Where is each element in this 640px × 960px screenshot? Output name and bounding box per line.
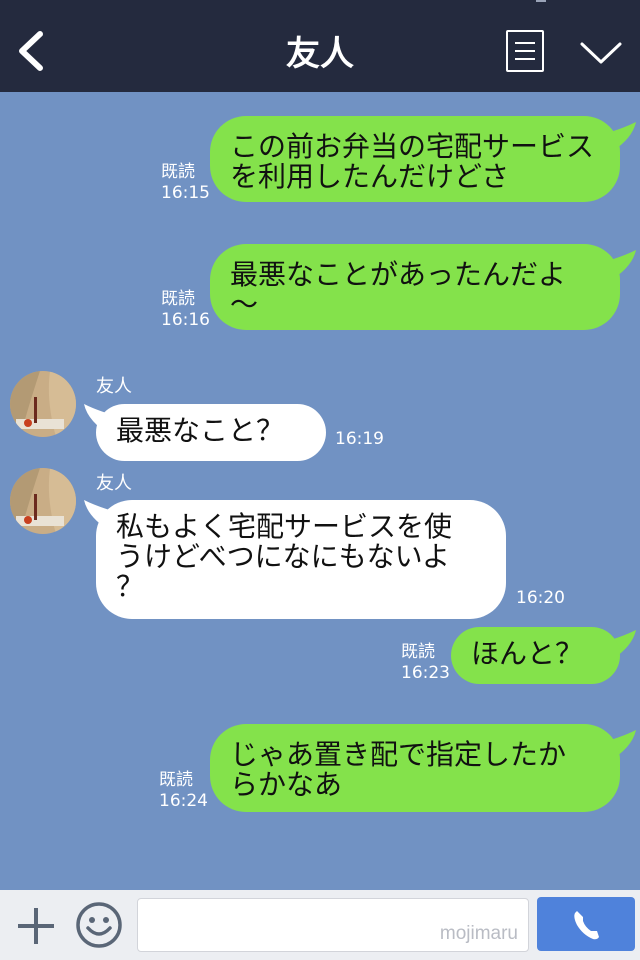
read-status: 既読 bbox=[159, 770, 193, 790]
read-status: 既読 bbox=[161, 162, 195, 182]
input-bar: mojimaru bbox=[0, 890, 640, 960]
status-bar-fragment bbox=[536, 0, 546, 2]
chevron-down-icon bbox=[580, 42, 622, 64]
message-text: じゃあ置き配で指定したか らかなあ bbox=[230, 738, 567, 801]
emoji-button[interactable] bbox=[74, 900, 124, 950]
message-meta: 既読 16:24 bbox=[159, 770, 208, 812]
my-message-bubble[interactable]: 最悪なことがあったんだよ 〜 bbox=[210, 244, 620, 330]
avatar[interactable] bbox=[10, 371, 76, 437]
message-time: 16:15 bbox=[161, 183, 210, 203]
friend-message-bubble[interactable]: 最悪なこと？ bbox=[96, 404, 326, 461]
message-text: ほんと？ bbox=[471, 637, 584, 670]
message-time: 16:16 bbox=[161, 310, 210, 330]
message-text: 最悪なことがあったんだよ 〜 bbox=[230, 258, 567, 321]
call-button[interactable] bbox=[537, 897, 635, 951]
plus-icon bbox=[18, 908, 54, 944]
watermark: mojimaru bbox=[439, 923, 518, 944]
message-text: 私もよく宅配サービスを使 うけどべつになにもないよ ？ bbox=[116, 510, 453, 603]
friend-message-bubble[interactable]: 私もよく宅配サービスを使 うけどべつになにもないよ ？ bbox=[96, 500, 506, 619]
message-time: 16:24 bbox=[159, 791, 208, 811]
message-meta: 既読 16:16 bbox=[161, 289, 210, 331]
message-meta: 既読 16:23 bbox=[401, 642, 450, 684]
avatar[interactable] bbox=[10, 468, 76, 534]
smiley-icon bbox=[76, 902, 122, 948]
my-message-bubble[interactable]: じゃあ置き配で指定したか らかなあ bbox=[210, 724, 620, 812]
chat-area[interactable]: 既読 16:15 この前お弁当の宅配サービス を利用したんだけどさ 既読 16:… bbox=[0, 92, 640, 890]
list-icon-line bbox=[515, 50, 535, 52]
sender-name: 友人 bbox=[96, 473, 132, 494]
sender-name: 友人 bbox=[96, 376, 132, 397]
add-button[interactable] bbox=[14, 904, 58, 948]
message-text: この前お弁当の宅配サービス を利用したんだけどさ bbox=[230, 130, 595, 193]
read-status: 既読 bbox=[161, 289, 195, 309]
read-status: 既読 bbox=[401, 642, 435, 662]
message-time: 16:20 bbox=[516, 588, 565, 608]
collapse-button[interactable] bbox=[578, 36, 624, 70]
message-time: 16:23 bbox=[401, 663, 450, 683]
my-message-bubble[interactable]: この前お弁当の宅配サービス を利用したんだけどさ bbox=[210, 116, 620, 202]
phone-icon bbox=[574, 911, 599, 940]
avatar-image bbox=[10, 371, 76, 437]
my-message-bubble[interactable]: ほんと？ bbox=[451, 627, 620, 684]
message-input[interactable]: mojimaru bbox=[137, 898, 529, 952]
message-meta: 既読 16:15 bbox=[161, 162, 210, 204]
menu-button[interactable] bbox=[506, 30, 544, 72]
message-time: 16:19 bbox=[335, 429, 384, 449]
avatar-image bbox=[10, 468, 76, 534]
list-icon-line bbox=[515, 58, 535, 60]
chat-header: 友人 bbox=[0, 0, 640, 92]
list-icon-line bbox=[515, 42, 535, 44]
chat-title: 友人 bbox=[286, 34, 354, 74]
message-text: 最悪なこと？ bbox=[116, 414, 285, 447]
